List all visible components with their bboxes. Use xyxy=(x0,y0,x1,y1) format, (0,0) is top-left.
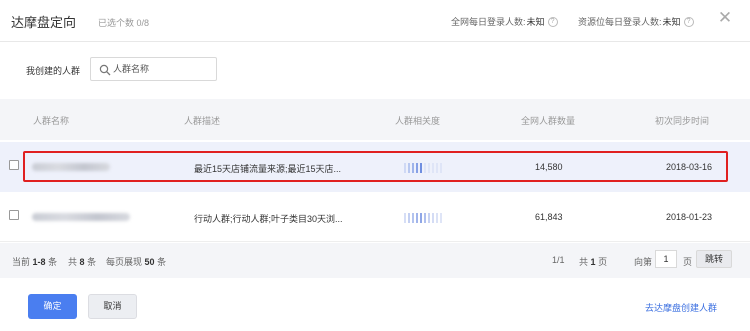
pages-total-prefix: 共 xyxy=(579,257,589,267)
relevance-segment xyxy=(408,213,410,223)
relevance-segment xyxy=(404,163,406,173)
crowd-name-redacted xyxy=(32,163,110,171)
pagination-range-suffix: 条 xyxy=(48,257,58,267)
slot-daily-logins: 资源位每日登录人数: 未知 ? xyxy=(578,15,694,28)
relevance-segment xyxy=(428,213,430,223)
pagination-per-page-value: 50 xyxy=(144,257,155,267)
relevance-segment xyxy=(416,213,418,223)
confirm-button[interactable]: 确定 xyxy=(28,294,77,319)
relevance-segment xyxy=(424,213,426,223)
help-icon[interactable]: ? xyxy=(547,16,558,27)
first-sync-date: 2018-03-16 xyxy=(666,162,713,172)
network-daily-logins-label: 全网每日登录人数: xyxy=(451,17,526,27)
table-row[interactable]: 最近15天店铺流量来源;最近15天店... 14,580 2018-03-16 xyxy=(0,142,750,192)
relevance-segment xyxy=(432,163,434,173)
relevance-segment xyxy=(412,213,414,223)
row-checkbox[interactable] xyxy=(9,210,19,220)
cancel-button[interactable]: 取消 xyxy=(88,294,137,319)
relevance-segment xyxy=(440,213,442,223)
filter-label: 我创建的人群 xyxy=(26,66,81,76)
pagination-range-value: 1-8 xyxy=(32,257,46,267)
relevance-segment xyxy=(408,163,410,173)
pagination-range-prefix: 当前 xyxy=(12,257,31,267)
table-row[interactable]: 行动人群;行动人群;叶子类目30天浏... 61,843 2018-01-23 xyxy=(0,192,750,242)
jump-button[interactable]: 跳转 xyxy=(696,250,732,268)
relevance-segment xyxy=(412,163,414,173)
network-daily-logins-value: 未知 xyxy=(526,17,545,27)
goto-prefix: 向第 xyxy=(634,257,653,267)
relevance-segment xyxy=(428,163,430,173)
relevance-segment xyxy=(440,163,442,173)
relevance-segment xyxy=(436,213,438,223)
pagination-per-page-suffix: 条 xyxy=(157,257,167,267)
relevance-bar xyxy=(404,163,442,173)
relevance-segment xyxy=(432,213,434,223)
crowd-description: 最近15天店铺流量来源;最近15天店... xyxy=(194,164,342,174)
dialog-header: 达摩盘定向 已选个数 0/8 全网每日登录人数: 未知 ? 资源位每日登录人数:… xyxy=(0,0,750,42)
crowd-description: 行动人群;行动人群;叶子类目30天浏... xyxy=(194,214,343,224)
column-header-description[interactable]: 人群描述 xyxy=(184,114,220,127)
row-checkbox[interactable] xyxy=(9,160,19,170)
dialog-title: 达摩盘定向 xyxy=(11,15,77,30)
slot-daily-logins-label: 资源位每日登录人数: xyxy=(578,17,662,27)
pagination-total-suffix: 条 xyxy=(87,257,97,267)
slot-daily-logins-value: 未知 xyxy=(662,17,681,27)
help-icon[interactable]: ? xyxy=(683,16,694,27)
relevance-segment xyxy=(436,163,438,173)
network-daily-logins: 全网每日登录人数: 未知 ? xyxy=(451,15,558,28)
search-icon xyxy=(99,64,111,76)
table-header: 人群名称 人群描述 人群相关度 全网人群数量 初次同步时间 xyxy=(0,99,750,140)
pagination-range: 当前 1-8 条 xyxy=(12,255,57,268)
column-header-first-sync[interactable]: 初次同步时间 xyxy=(655,114,709,127)
pagination-per-page: 每页展现 50 条 xyxy=(106,255,166,268)
relevance-bar xyxy=(404,213,442,223)
column-header-name[interactable]: 人群名称 xyxy=(33,114,69,127)
audience-size: 61,843 xyxy=(535,212,563,222)
pagination-total-value: 8 xyxy=(79,257,85,267)
pages-total-value: 1 xyxy=(590,257,596,267)
relevance-segment xyxy=(404,213,406,223)
pages-total-suffix: 页 xyxy=(598,257,608,267)
first-sync-date: 2018-01-23 xyxy=(666,212,713,222)
page-number-input[interactable]: 1 xyxy=(655,250,677,268)
pagination-total-prefix: 共 xyxy=(68,257,78,267)
pagination-total: 共 8 条 xyxy=(68,255,96,268)
pagination-bar: 当前 1-8 条 共 8 条 每页展现 50 条 1/1 共 1 页 向第 1 … xyxy=(0,243,750,278)
pagination-per-page-prefix: 每页展现 xyxy=(106,257,143,267)
selected-count: 已选个数 0/8 xyxy=(98,18,150,28)
create-crowd-link[interactable]: 去达摩盘创建人群 xyxy=(645,301,717,314)
close-icon[interactable]: ✕ xyxy=(716,9,734,27)
pages-total: 共 1 页 xyxy=(579,255,607,268)
page-status: 1/1 xyxy=(552,255,565,265)
column-header-audience-size[interactable]: 全网人群数量 xyxy=(521,114,575,127)
goto-suffix: 页 xyxy=(683,257,693,267)
search-box[interactable] xyxy=(90,57,217,81)
audience-size: 14,580 xyxy=(535,162,563,172)
relevance-segment xyxy=(420,213,422,223)
relevance-segment xyxy=(420,163,422,173)
relevance-segment xyxy=(424,163,426,173)
column-header-relevance[interactable]: 人群相关度 xyxy=(395,114,440,127)
relevance-segment xyxy=(416,163,418,173)
crowd-name-redacted xyxy=(32,213,130,221)
search-input[interactable] xyxy=(113,61,213,77)
